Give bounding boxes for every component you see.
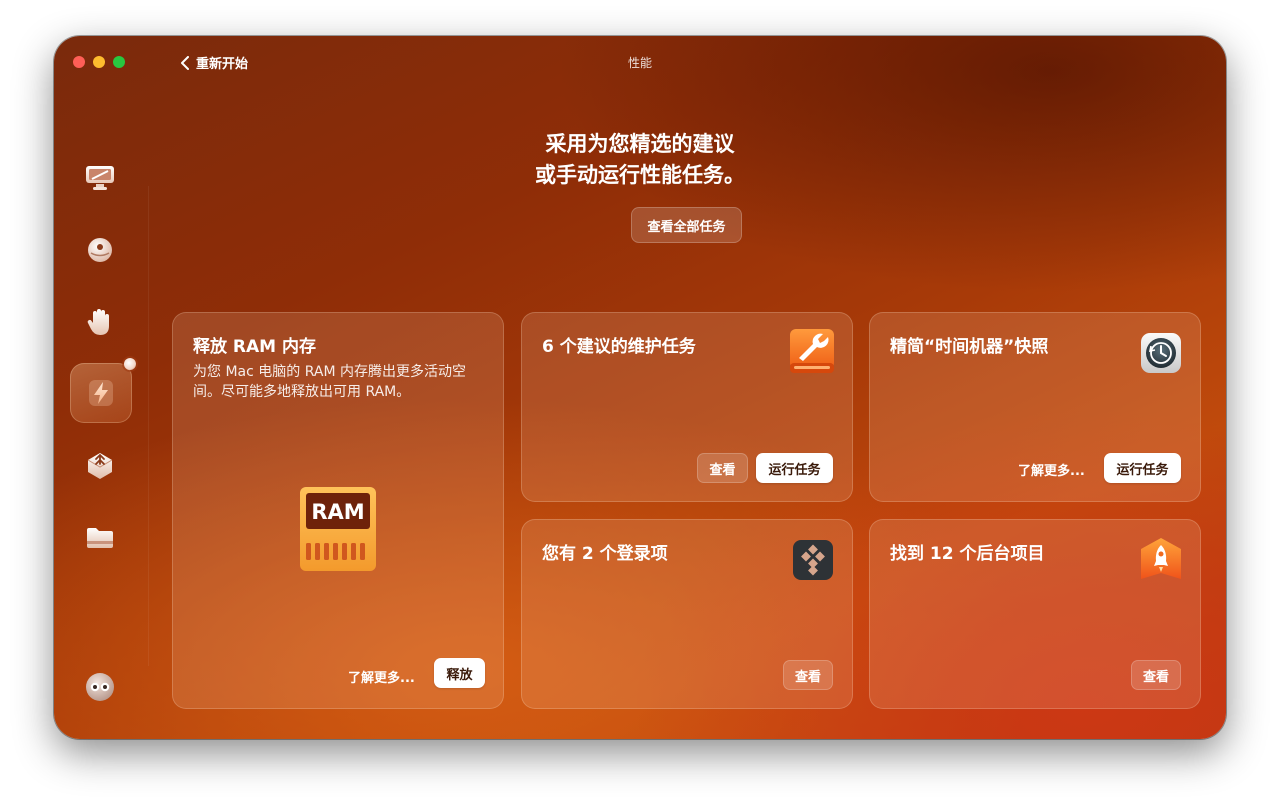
app-window: 重新开始 性能 采用为您精选的建议 或手动运行性能任务。 查看全部任务 释放 R… <box>54 36 1226 739</box>
sidebar-item-applications[interactable] <box>82 448 118 484</box>
learn-more-link[interactable]: 了解更多... <box>1018 460 1085 479</box>
run-tasks-button[interactable]: 运行任务 <box>756 453 833 483</box>
sidebar-assistant[interactable] <box>82 669 118 705</box>
card-maintenance-tasks: 6 个建议的维护任务 查看 运行任务 <box>521 312 853 502</box>
view-button[interactable]: 查看 <box>1131 660 1181 690</box>
time-machine-icon <box>1141 333 1181 373</box>
headline: 采用为您精选的建议 或手动运行性能任务。 <box>54 129 1226 191</box>
card-background-items: 找到 12 个后台项目 查看 <box>869 519 1201 709</box>
sidebar-item-clutter[interactable] <box>82 520 118 556</box>
card-time-machine: 精简“时间机器”快照 了解更多... 运行任务 <box>869 312 1201 502</box>
shield-ball-icon <box>88 238 112 262</box>
wrench-drive-icon <box>790 329 834 373</box>
headline-line-2: 或手动运行性能任务。 <box>535 163 745 187</box>
assistant-icon <box>86 673 114 701</box>
view-button[interactable]: 查看 <box>697 453 748 483</box>
lightning-icon <box>89 380 113 406</box>
card-free-ram: 释放 RAM 内存 为您 Mac 电脑的 RAM 内存腾出更多活动空间。尽可能多… <box>172 312 504 709</box>
card-title: 精简“时间机器”快照 <box>890 337 1049 357</box>
ram-chip-icon: RAM <box>300 487 376 571</box>
card-title: 释放 RAM 内存 <box>193 337 317 357</box>
folder-icon <box>87 528 113 548</box>
learn-more-link[interactable]: 了解更多... <box>348 667 415 686</box>
apps-icon <box>87 453 113 479</box>
card-title: 6 个建议的维护任务 <box>542 337 696 357</box>
sidebar-item-protection[interactable] <box>82 232 118 268</box>
view-all-tasks-button[interactable]: 查看全部任务 <box>631 207 742 243</box>
free-ram-button[interactable]: 释放 <box>434 658 485 688</box>
notification-badge <box>124 358 136 370</box>
card-description: 为您 Mac 电脑的 RAM 内存腾出更多活动空间。尽可能多地释放出可用 RAM… <box>193 364 466 400</box>
sidebar-item-performance[interactable] <box>70 358 136 423</box>
card-title: 您有 2 个登录项 <box>542 544 668 564</box>
window-title: 性能 <box>627 56 652 70</box>
sidebar-item-privacy[interactable] <box>82 304 118 340</box>
ram-chip-label: RAM <box>311 500 364 524</box>
run-tasks-button[interactable]: 运行任务 <box>1104 453 1181 483</box>
headline-line-1: 采用为您精选的建议 <box>545 132 735 156</box>
view-button[interactable]: 查看 <box>783 660 833 690</box>
card-login-items: 您有 2 个登录项 查看 <box>521 519 853 709</box>
hand-icon <box>87 309 109 335</box>
card-title: 找到 12 个后台项目 <box>890 544 1045 564</box>
sidebar-divider <box>148 186 149 666</box>
login-items-icon <box>793 540 833 580</box>
rocket-icon <box>1141 538 1181 579</box>
